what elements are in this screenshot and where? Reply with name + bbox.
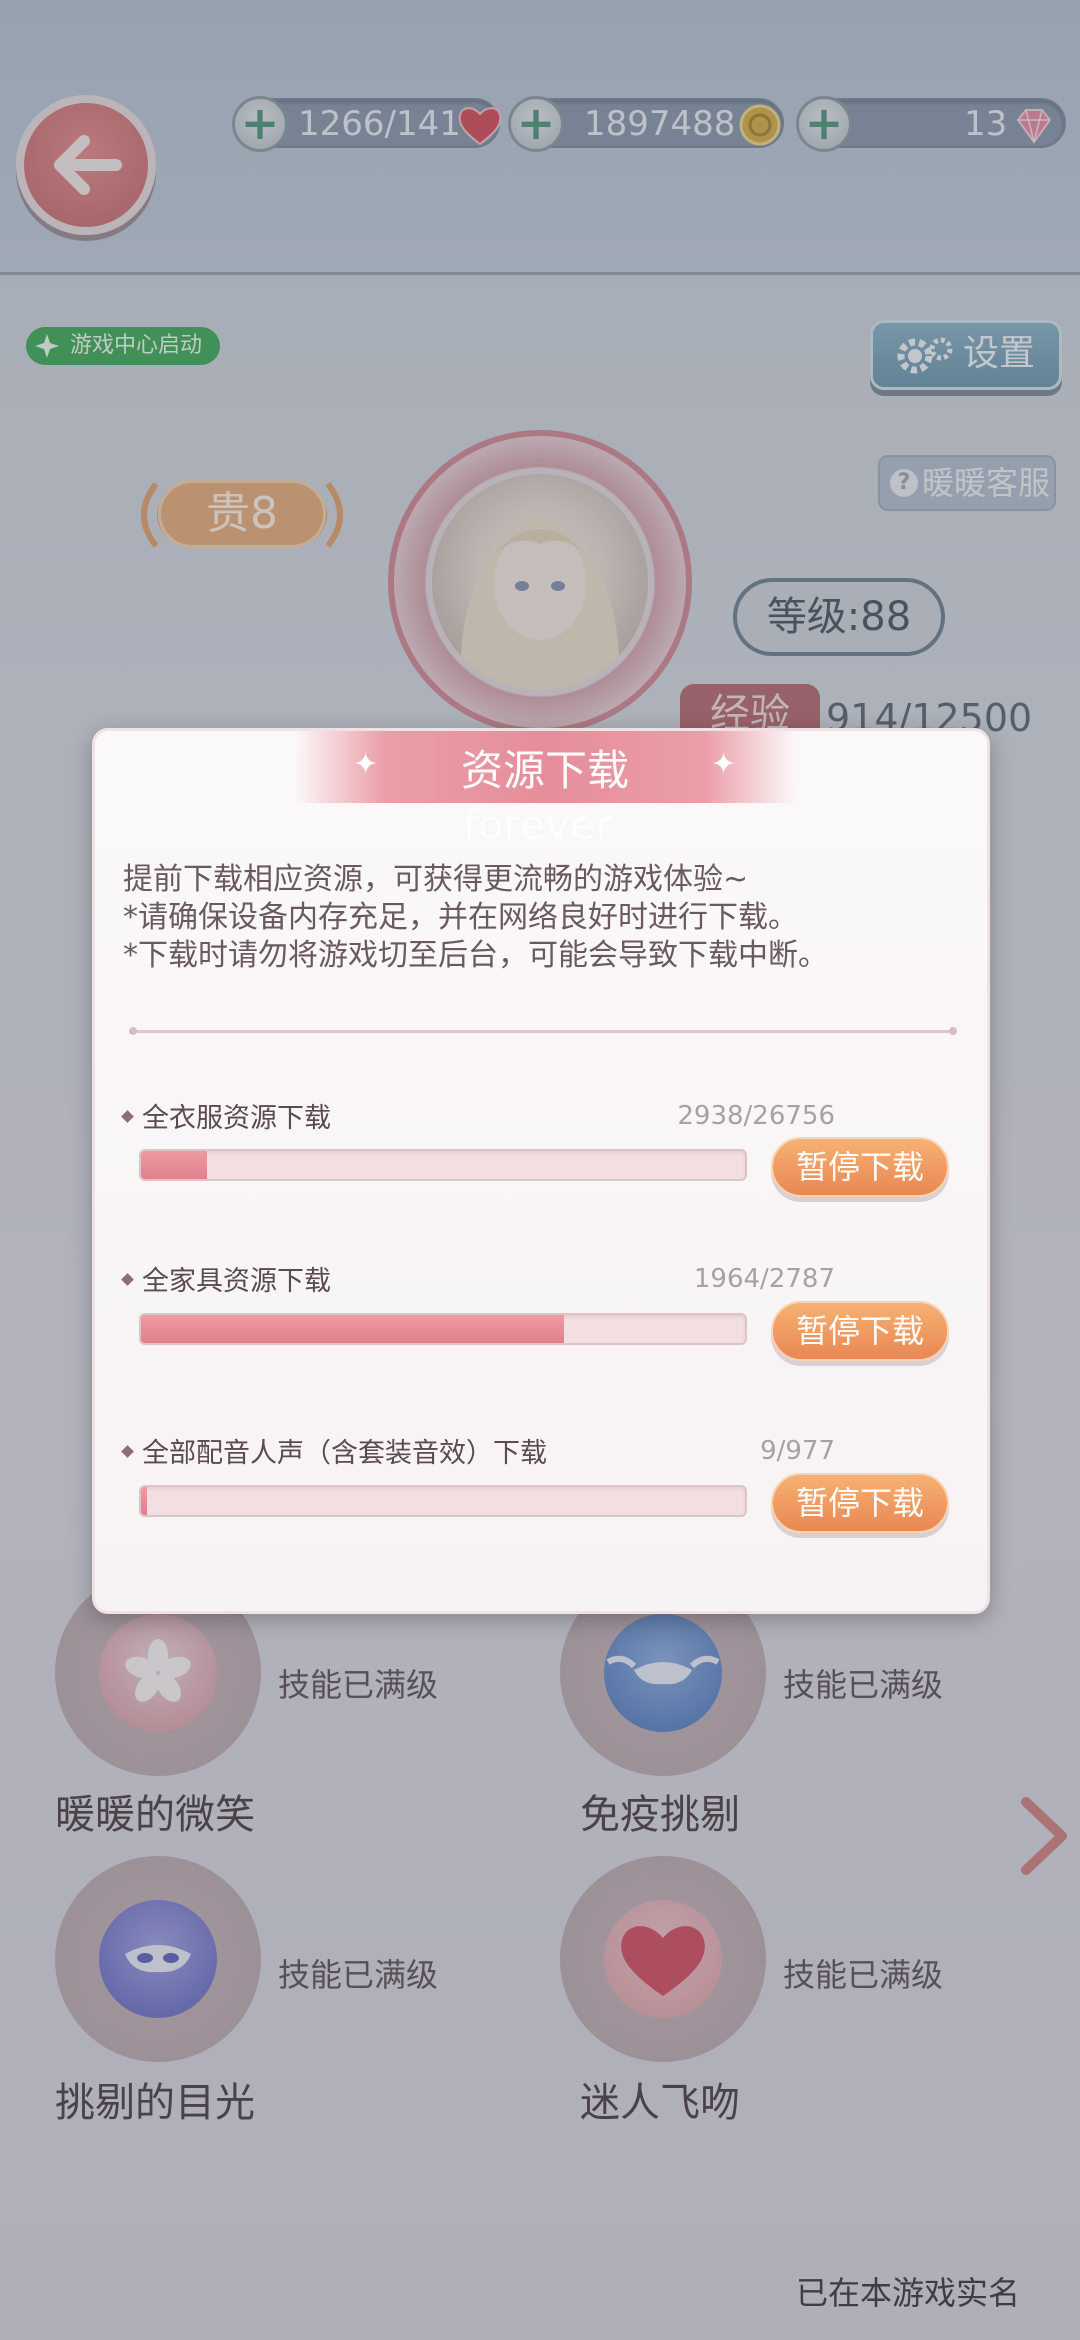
download-item-text: 全衣服资源下载 [142,1103,331,1134]
download-item-text: 全家具资源下载 [142,1266,331,1297]
download-count: 9/977 [760,1436,835,1466]
pause-download-button[interactable]: 暂停下载 [771,1137,949,1197]
download-count: 2938/26756 [677,1101,835,1131]
progress-bar [139,1485,747,1517]
bullet-icon [121,1110,134,1123]
dialog-title: 资源下载 [460,746,629,795]
download-item-label: 全部配音人声（含套装音效）下载 [121,1431,547,1470]
progress-fill [141,1315,564,1343]
download-item-label: 全衣服资源下载 [121,1096,331,1135]
download-count: 1964/2787 [693,1264,835,1294]
pause-download-button[interactable]: 暂停下载 [771,1301,949,1361]
download-item-text: 全部配音人声（含套装音效）下载 [142,1438,547,1469]
progress-fill [141,1151,208,1179]
dialog-description: 提前下载相应资源，可获得更流畅的游戏体验~ *请确保设备内存充足，并在网络良好时… [123,862,828,973]
progress-fill [141,1487,148,1515]
background-text: forever [463,803,614,849]
pause-download-button[interactable]: 暂停下载 [771,1473,949,1533]
bullet-icon [121,1445,134,1458]
divider [129,1027,957,1035]
download-item-label: 全家具资源下载 [121,1259,331,1298]
progress-bar [139,1149,747,1181]
bullet-icon [121,1273,134,1286]
resource-download-dialog: ✦ ✦ 资源下载 forever 提前下载相应资源，可获得更流畅的游戏体验~ *… [92,728,990,1614]
progress-bar [139,1313,747,1345]
